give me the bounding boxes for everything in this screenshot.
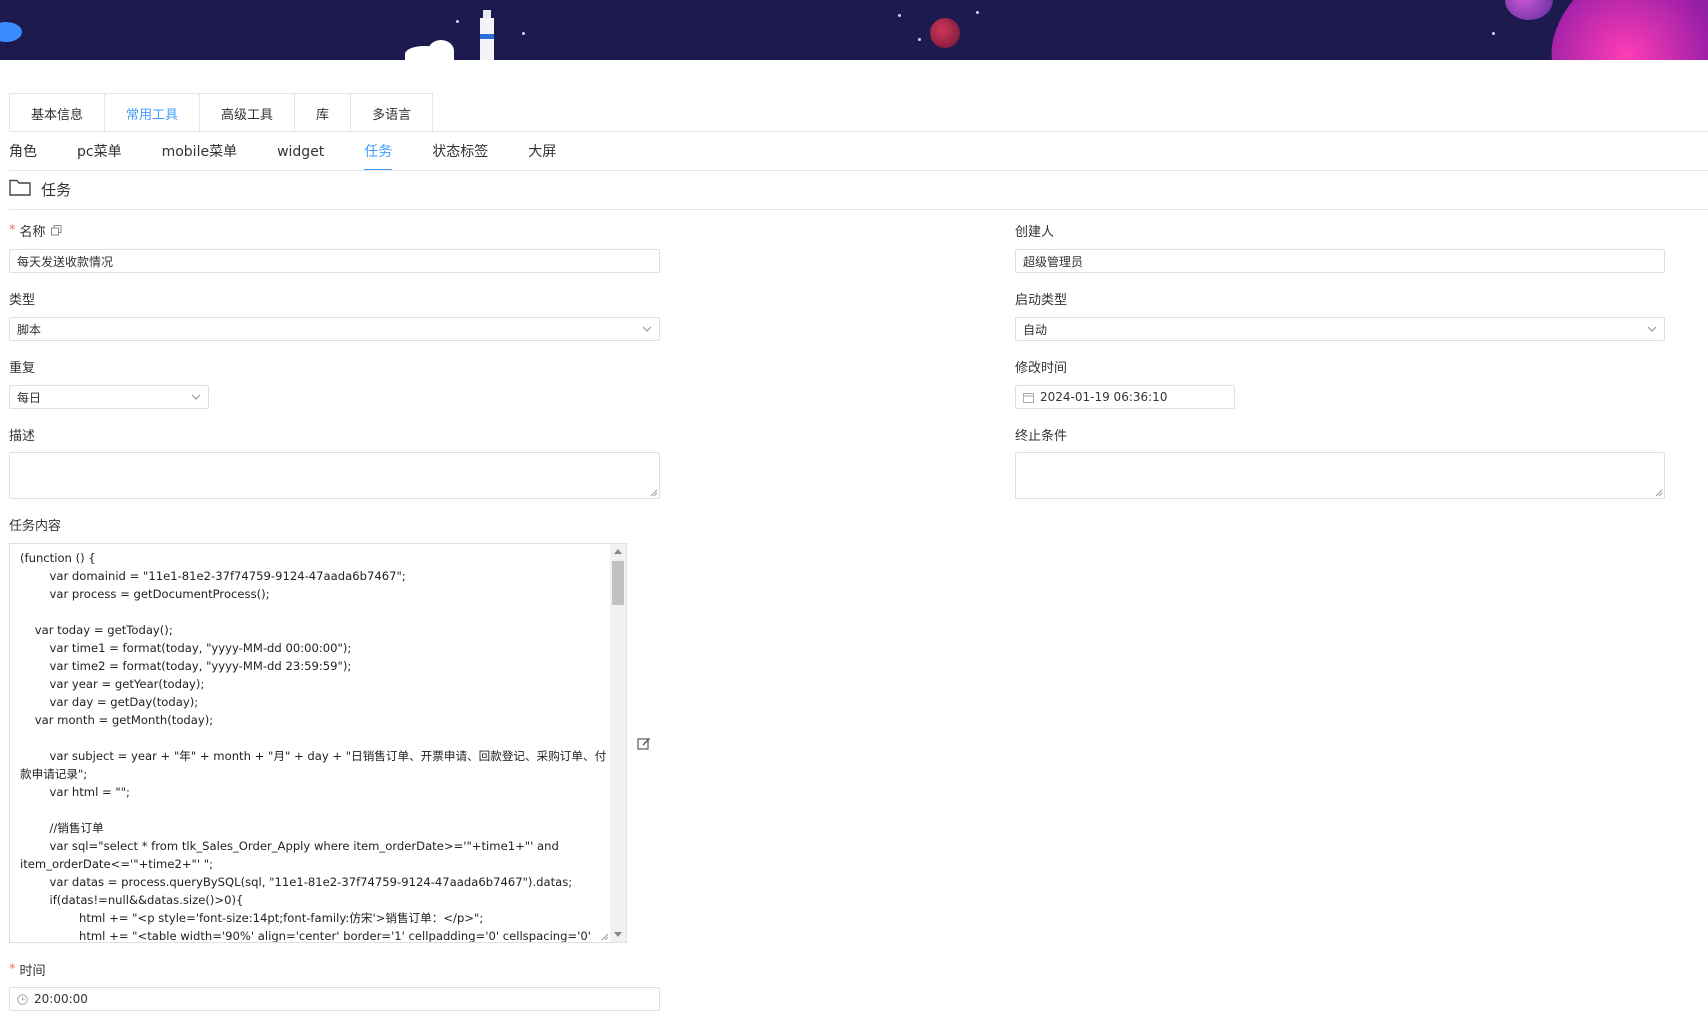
name-value: 每天发送收款情况 (17, 254, 114, 269)
scroll-up-icon[interactable] (610, 544, 626, 558)
chevron-down-icon (642, 324, 652, 334)
repeat-label: 重复 (9, 361, 36, 376)
required-asterisk: * (9, 962, 16, 977)
cloud-decoration (428, 40, 454, 60)
time-label: * 时间 (9, 960, 46, 979)
type-value: 脚本 (17, 322, 42, 337)
divider (9, 209, 1708, 210)
sub-tab-bar: 角色 pc菜单 mobile菜单 widget 任务 状态标签 大屏 (9, 141, 596, 171)
tab-library[interactable]: 库 (295, 94, 352, 132)
top-tab-bar: 基本信息 常用工具 高级工具 库 多语言 (9, 93, 434, 132)
type-label: 类型 (9, 293, 36, 308)
cloud-decoration (0, 22, 22, 42)
start-type-label: 启动类型 (1015, 293, 1068, 308)
resize-handle-icon[interactable] (601, 933, 609, 941)
start-type-select[interactable]: 自动 (1015, 317, 1665, 341)
resize-handle-icon[interactable] (650, 489, 658, 497)
task-content-code: (function () { var domainid = "11e1-81e2… (20, 551, 607, 943)
scrollbar-thumb[interactable] (612, 561, 624, 605)
stop-condition-label: 终止条件 (1015, 429, 1068, 444)
divider (9, 170, 1708, 171)
sub-tab-status-tags[interactable]: 状态标签 (432, 141, 488, 171)
section-title: 任务 (41, 180, 72, 199)
task-content-label: 任务内容 (9, 519, 62, 534)
planet-decoration (1505, 0, 1553, 20)
chevron-down-icon (1647, 324, 1657, 334)
clock-icon (17, 993, 28, 1005)
header-banner (0, 0, 1708, 60)
tab-multilanguage[interactable]: 多语言 (351, 94, 432, 132)
tab-common-tools[interactable]: 常用工具 (105, 94, 201, 132)
copy-icon[interactable] (50, 225, 62, 236)
description-label: 描述 (9, 429, 36, 444)
divider (9, 131, 1708, 132)
section-header: 任务 (9, 178, 71, 200)
resize-handle-icon[interactable] (1655, 489, 1663, 497)
planet-decoration (1523, 0, 1708, 60)
lighthouse-decoration (480, 34, 494, 39)
creator-label: 创建人 (1015, 225, 1055, 240)
task-content-editor[interactable]: (function () { var domainid = "11e1-81e2… (9, 543, 627, 943)
modified-time-value: 2024-01-19 06:36:10 (1040, 390, 1168, 404)
creator-value: 超级管理员 (1023, 254, 1084, 269)
name-input[interactable]: 每天发送收款情况 (9, 249, 660, 273)
chevron-down-icon (191, 392, 201, 402)
tab-basic-info[interactable]: 基本信息 (10, 94, 106, 132)
required-asterisk: * (9, 223, 16, 238)
creator-input[interactable]: 超级管理员 (1015, 249, 1665, 273)
tab-advanced-tools[interactable]: 高级工具 (200, 94, 296, 132)
name-label: * 名称 (9, 221, 62, 240)
modified-time-input[interactable]: 2024-01-19 06:36:10 (1015, 385, 1235, 409)
lighthouse-decoration (480, 18, 494, 60)
scroll-down-icon[interactable] (610, 928, 626, 942)
sub-tab-pc-menu[interactable]: pc菜单 (77, 141, 122, 171)
vertical-scrollbar[interactable] (610, 544, 626, 942)
repeat-select[interactable]: 每日 (9, 385, 209, 409)
sub-tab-widget[interactable]: widget (277, 141, 324, 171)
folder-icon (9, 178, 31, 200)
sub-tab-mobile-menu[interactable]: mobile菜单 (162, 141, 237, 171)
sub-tab-tasks[interactable]: 任务 (364, 141, 393, 171)
modified-time-label: 修改时间 (1015, 361, 1068, 376)
description-textarea[interactable] (9, 452, 660, 499)
time-value: 20:00:00 (34, 992, 88, 1006)
name-label-text: 名称 (19, 225, 46, 240)
time-input[interactable]: 20:00:00 (9, 987, 660, 1011)
start-type-value: 自动 (1023, 322, 1048, 337)
sub-tab-roles[interactable]: 角色 (9, 141, 37, 171)
sub-tab-big-screen[interactable]: 大屏 (528, 141, 556, 171)
repeat-value: 每日 (17, 390, 42, 405)
edit-icon[interactable] (637, 736, 651, 755)
time-label-text: 时间 (19, 964, 46, 979)
type-select[interactable]: 脚本 (9, 317, 660, 341)
calendar-icon (1023, 392, 1034, 403)
planet-decoration (930, 18, 960, 48)
stop-condition-textarea[interactable] (1015, 452, 1665, 499)
